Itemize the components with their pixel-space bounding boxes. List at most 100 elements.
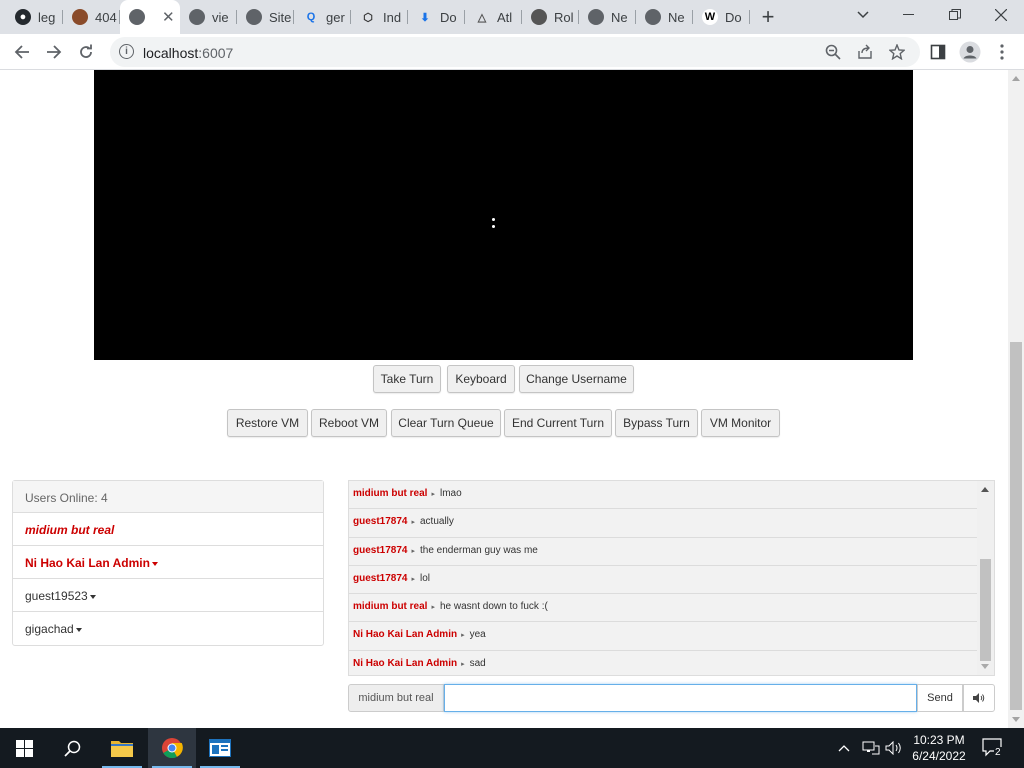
- start-button[interactable]: [0, 728, 48, 768]
- chat-scroll-thumb[interactable]: [980, 559, 991, 661]
- url-port: :6007: [198, 45, 234, 61]
- browser-tab[interactable]: Ne: [636, 0, 693, 34]
- chat-message-input[interactable]: [444, 684, 917, 712]
- chat-message-text: yea: [469, 629, 486, 641]
- search-icon: Q: [306, 11, 316, 23]
- chevron-up-icon: [838, 745, 850, 752]
- scroll-down-arrow-icon[interactable]: [981, 664, 989, 669]
- bookmark-star-icon[interactable]: [886, 41, 908, 63]
- chat-message-text: lmao: [439, 488, 462, 499]
- browser-tab[interactable]: Site: [237, 0, 294, 34]
- caret-down-icon[interactable]: [75, 627, 82, 632]
- user-name: guest19523: [25, 589, 88, 603]
- side-panel-icon[interactable]: [924, 38, 952, 66]
- browser-tab[interactable]: Rol: [522, 0, 579, 34]
- take-turn-button[interactable]: Take Turn: [373, 365, 441, 393]
- scroll-up-arrow-icon[interactable]: [981, 487, 989, 492]
- send-button[interactable]: Send: [917, 684, 963, 712]
- tab-title: leg: [38, 9, 56, 25]
- search-icon: [63, 740, 80, 757]
- user-list-item[interactable]: Ni Hao Kai Lan Admin: [13, 546, 323, 579]
- close-window-button[interactable]: [978, 0, 1024, 30]
- address-bar[interactable]: i localhost:6007: [110, 37, 920, 67]
- back-icon[interactable]: [8, 38, 36, 66]
- share-icon[interactable]: [854, 41, 876, 63]
- notification-count: 2: [994, 747, 1002, 758]
- caret-down-icon[interactable]: [151, 561, 158, 566]
- browser-tab[interactable]: ⬡ Ind: [351, 0, 408, 34]
- window-app-icon: [209, 739, 231, 757]
- tab-title: Rol: [554, 9, 574, 25]
- browser-tab[interactable]: ● leg: [6, 0, 63, 34]
- forward-icon[interactable]: [40, 38, 68, 66]
- browser-tab[interactable]: △ Atl: [465, 0, 522, 34]
- new-tab-button[interactable]: +: [750, 0, 786, 34]
- user-list-item[interactable]: midium but real: [13, 513, 323, 546]
- tab-title: Atl: [497, 9, 513, 25]
- app-window-button[interactable]: [196, 728, 244, 768]
- github-icon: ●: [15, 9, 31, 25]
- browser-tab[interactable]: 404: [63, 0, 120, 34]
- browser-tab[interactable]: ⬇ Do: [408, 0, 465, 34]
- chat-message-user: guest17874: [353, 544, 408, 556]
- chat-message-user: guest17874: [353, 516, 408, 528]
- keyboard-button[interactable]: Keyboard: [447, 365, 515, 393]
- clock-date: 6/24/2022: [912, 749, 966, 763]
- chat-message-user: Ni Hao Kai Lan Admin: [353, 657, 458, 669]
- tab-title: Do: [440, 9, 457, 25]
- change-username-button[interactable]: Change Username: [519, 365, 634, 393]
- browser-tab[interactable]: W Do: [693, 0, 750, 34]
- browser-tab[interactable]: Qger: [294, 0, 351, 34]
- chrome-icon: [162, 738, 183, 759]
- chat-message: guest17874 ▸ actually: [349, 509, 977, 538]
- chat-log[interactable]: midium but real ▸ lmao guest17874 ▸ actually g…: [348, 480, 995, 676]
- page-scroll-up-icon[interactable]: [1012, 76, 1020, 81]
- page-scrollbar[interactable]: [1008, 70, 1024, 728]
- minimize-button[interactable]: [886, 0, 932, 30]
- user-name: gigachad: [25, 622, 74, 636]
- network-icon[interactable]: [862, 728, 880, 768]
- tab-list: ● leg 404 ✕ vie Site Qger ⬡ Ind ⬇ Do △ Atl Rol Ne Ne W Do: [0, 0, 750, 34]
- browser-menu-icon[interactable]: [988, 38, 1016, 66]
- chat-message-text: sad: [469, 657, 486, 669]
- system-clock[interactable]: 10:23 PM 6/24/2022: [905, 732, 973, 764]
- reboot-vm-button[interactable]: Reboot VM: [311, 409, 387, 437]
- zoom-icon[interactable]: [822, 41, 844, 63]
- page-scroll-down-icon[interactable]: [1012, 717, 1020, 722]
- page-scroll-thumb[interactable]: [1010, 342, 1022, 710]
- page-content: Take Turn Keyboard Change Username Restore…: [0, 70, 1008, 728]
- globe-icon: [246, 9, 262, 25]
- speaker-icon[interactable]: [885, 728, 903, 768]
- reload-icon[interactable]: [72, 38, 100, 66]
- chat-username-label: midium but real: [348, 684, 444, 712]
- vm-monitor-button[interactable]: VM Monitor: [701, 409, 780, 437]
- clear-turn-queue-button[interactable]: Clear Turn Queue: [391, 409, 501, 437]
- wikipedia-icon: W: [702, 9, 718, 25]
- action-center-button[interactable]: 2: [982, 728, 1004, 768]
- chat-scrollbar[interactable]: [977, 481, 994, 675]
- chat-message-user: midium but real: [353, 488, 428, 499]
- browser-tab[interactable]: ✕: [120, 0, 180, 34]
- caret-down-icon[interactable]: [89, 594, 96, 599]
- user-list-item[interactable]: guest19523: [13, 579, 323, 612]
- browser-tab[interactable]: vie: [180, 0, 237, 34]
- show-hidden-icons[interactable]: [838, 728, 850, 768]
- tab-search-icon[interactable]: [840, 0, 886, 30]
- bypass-turn-button[interactable]: Bypass Turn: [615, 409, 698, 437]
- tab-title: Site: [269, 9, 292, 25]
- user-list-item[interactable]: gigachad: [13, 612, 323, 645]
- restore-button[interactable]: [932, 0, 978, 30]
- file-explorer-button[interactable]: [98, 728, 146, 768]
- volume-button[interactable]: [963, 684, 995, 712]
- vm-display[interactable]: [94, 70, 913, 360]
- site-info-icon[interactable]: i: [119, 44, 134, 59]
- chat-message: guest17874 ▸ lol: [349, 566, 977, 595]
- search-button[interactable]: [48, 728, 96, 768]
- profile-avatar-icon[interactable]: [956, 38, 984, 66]
- end-current-turn-button[interactable]: End Current Turn: [504, 409, 612, 437]
- message-arrow-icon: ▸: [461, 632, 465, 640]
- restore-vm-button[interactable]: Restore VM: [227, 409, 308, 437]
- close-tab-icon[interactable]: ✕: [162, 8, 175, 26]
- browser-tab[interactable]: Ne: [579, 0, 636, 34]
- chrome-taskbar-button[interactable]: [148, 728, 196, 768]
